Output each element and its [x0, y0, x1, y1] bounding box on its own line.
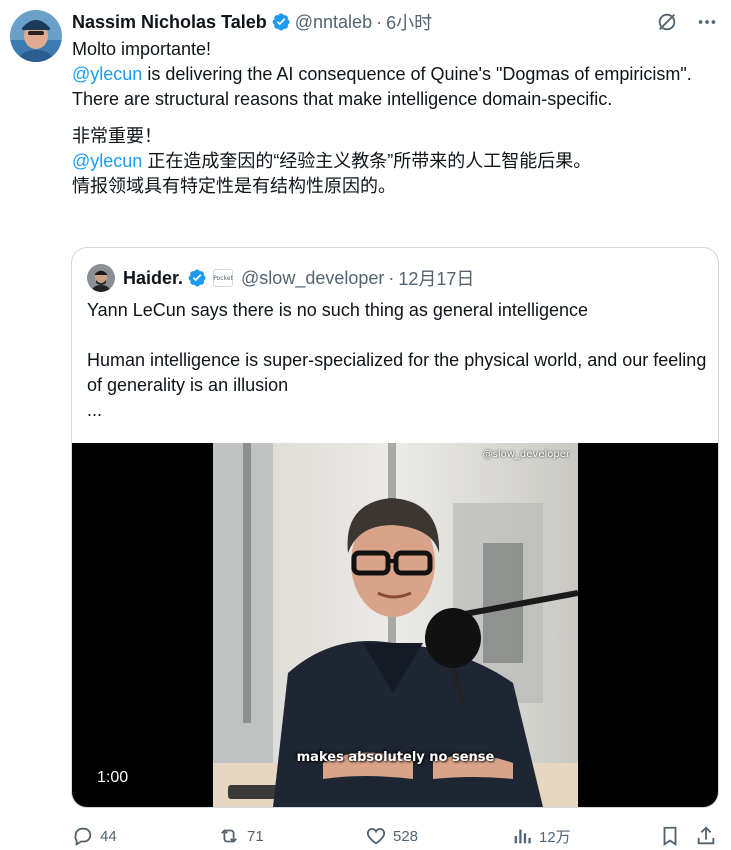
separator-dot: ·	[388, 267, 395, 288]
quote-date[interactable]: 12月17日	[398, 265, 474, 291]
more-options-icon[interactable]	[695, 10, 719, 34]
top-icons	[655, 10, 719, 34]
quote-author-avatar[interactable]	[87, 264, 115, 292]
text-line: @ylecun is delivering the AI consequence…	[72, 62, 712, 87]
video-frame: @slow_developer makes absolutely no sens…	[213, 443, 578, 807]
like-button[interactable]: 528	[365, 822, 418, 850]
action-bar: 44 71 528 12万	[72, 822, 717, 850]
views-icon	[514, 829, 531, 844]
share-button[interactable]	[695, 822, 717, 850]
quote-header: Haider. Pocket @slow_developer · 12月17日	[87, 264, 474, 292]
text-line: Molto importante!	[72, 39, 212, 59]
author-handle[interactable]: @nntaleb	[295, 12, 372, 33]
reply-button[interactable]: 44	[72, 822, 117, 850]
video-caption: makes absolutely no sense	[296, 750, 495, 765]
mention-link[interactable]: @ylecun	[72, 151, 142, 171]
repost-button[interactable]: 71	[217, 822, 264, 850]
text-line	[87, 323, 707, 348]
affiliate-badge[interactable]: Pocket	[213, 269, 234, 287]
text-line: Human intelligence is super-specialized …	[87, 350, 707, 395]
tweet: Nassim Nicholas Taleb @nntaleb · 6小时 Mol…	[0, 0, 731, 850]
separator-dot: ·	[376, 11, 383, 32]
quoted-tweet[interactable]: Haider. Pocket @slow_developer · 12月17日 …	[71, 247, 719, 808]
repost-count: 71	[247, 827, 264, 845]
video-watermark: @slow_developer	[482, 449, 570, 460]
video-duration: 1:00	[97, 769, 129, 786]
author-avatar[interactable]	[10, 10, 62, 62]
text-span: 正在造成奎因的“经验主义教条”所带来的人工智能后果。	[142, 151, 592, 171]
bookmark-icon	[663, 826, 677, 846]
text-line: Yann LeCun says there is no such thing a…	[87, 300, 588, 320]
reply-icon	[74, 827, 92, 846]
views-count: 12万	[539, 828, 571, 846]
like-count: 528	[393, 827, 419, 845]
quote-text: Yann LeCun says there is no such thing a…	[87, 298, 707, 423]
text-line: @ylecun 正在造成奎因的“经验主义教条”所带来的人工智能后果。	[72, 149, 712, 174]
quote-author-handle[interactable]: @slow_developer	[241, 268, 384, 289]
repost-icon	[221, 829, 237, 843]
share-icon	[697, 826, 715, 845]
views-button[interactable]: 12万	[511, 822, 571, 850]
grok-icon[interactable]	[655, 10, 679, 34]
tweet-header: Nassim Nicholas Taleb @nntaleb · 6小时	[72, 10, 432, 34]
text-span: is delivering the AI consequence of Quin…	[142, 64, 692, 84]
mention-link[interactable]: @ylecun	[72, 64, 142, 84]
heart-icon	[366, 828, 386, 845]
text-line: 非常重要！	[72, 126, 162, 146]
verified-badge-icon	[271, 12, 291, 32]
tweet-text: Molto importante! @ylecun is delivering …	[72, 37, 712, 199]
quote-author-name[interactable]: Haider.	[123, 268, 183, 289]
verified-badge-icon	[187, 268, 207, 288]
tweet-time[interactable]: 6小时	[386, 9, 432, 35]
text-line: There are structural reasons that make i…	[72, 89, 613, 109]
bookmark-button[interactable]	[659, 822, 681, 850]
text-line: ...	[87, 400, 103, 420]
author-name[interactable]: Nassim Nicholas Taleb	[72, 12, 267, 33]
video-player[interactable]: @slow_developer makes absolutely no sens…	[72, 443, 718, 807]
text-line: 情报领域具有特定性是有结构性原因的。	[72, 176, 396, 196]
reply-count: 44	[100, 827, 117, 845]
